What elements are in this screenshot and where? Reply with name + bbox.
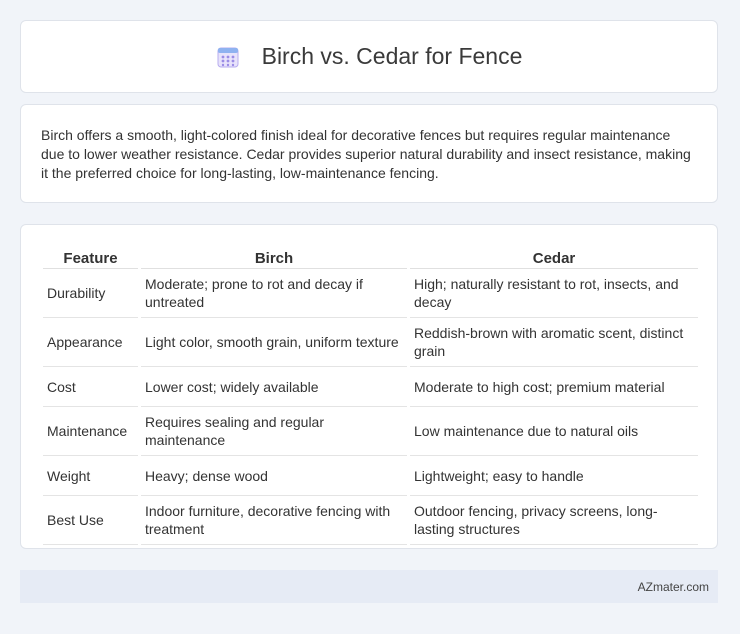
table-row: Best Use Indoor furniture, decorative fe…: [43, 496, 698, 545]
birch-cell: Indoor furniture, decorative fencing wit…: [141, 496, 407, 545]
birch-cell: Lower cost; widely available: [141, 367, 407, 407]
feature-cell: Maintenance: [43, 407, 138, 456]
table-row: Durability Moderate; prone to rot and de…: [43, 269, 698, 318]
column-header-cedar: Cedar: [410, 247, 698, 269]
birch-cell: Heavy; dense wood: [141, 456, 407, 496]
feature-cell: Best Use: [43, 496, 138, 545]
summary-text: Birch offers a smooth, light-colored fin…: [41, 127, 691, 181]
title-wrap: Birch vs. Cedar for Fence: [216, 43, 523, 70]
cedar-cell: Moderate to high cost; premium material: [410, 367, 698, 407]
birch-cell: Moderate; prone to rot and decay if untr…: [141, 269, 407, 318]
table-row: Maintenance Requires sealing and regular…: [43, 407, 698, 456]
cedar-cell: Lightweight; easy to handle: [410, 456, 698, 496]
cedar-cell: Low maintenance due to natural oils: [410, 407, 698, 456]
birch-cell: Requires sealing and regular maintenance: [141, 407, 407, 456]
footer: AZmater.com: [20, 570, 718, 603]
page-title: Birch vs. Cedar for Fence: [261, 43, 523, 69]
feature-cell: Weight: [43, 456, 138, 496]
title-card: Birch vs. Cedar for Fence: [20, 20, 718, 93]
table-row: Cost Lower cost; widely available Modera…: [43, 367, 698, 407]
cedar-cell: High; naturally resistant to rot, insect…: [410, 269, 698, 318]
calendar-grid-icon: [216, 45, 240, 69]
column-header-birch: Birch: [141, 247, 407, 269]
footer-brand: AZmater.com: [637, 579, 709, 594]
birch-cell: Light color, smooth grain, uniform textu…: [141, 318, 407, 367]
feature-cell: Durability: [43, 269, 138, 318]
feature-cell: Appearance: [43, 318, 138, 367]
comparison-table: Feature Birch Cedar Durability Moderate;…: [40, 247, 701, 545]
summary-card: Birch offers a smooth, light-colored fin…: [20, 104, 718, 203]
cedar-cell: Outdoor fencing, privacy screens, long-l…: [410, 496, 698, 545]
column-header-feature: Feature: [43, 247, 138, 269]
comparison-card: Feature Birch Cedar Durability Moderate;…: [20, 224, 718, 549]
cedar-cell: Reddish-brown with aromatic scent, disti…: [410, 318, 698, 367]
table-row: Weight Heavy; dense wood Lightweight; ea…: [43, 456, 698, 496]
table-row: Appearance Light color, smooth grain, un…: [43, 318, 698, 367]
table-header-row: Feature Birch Cedar: [43, 247, 698, 269]
feature-cell: Cost: [43, 367, 138, 407]
